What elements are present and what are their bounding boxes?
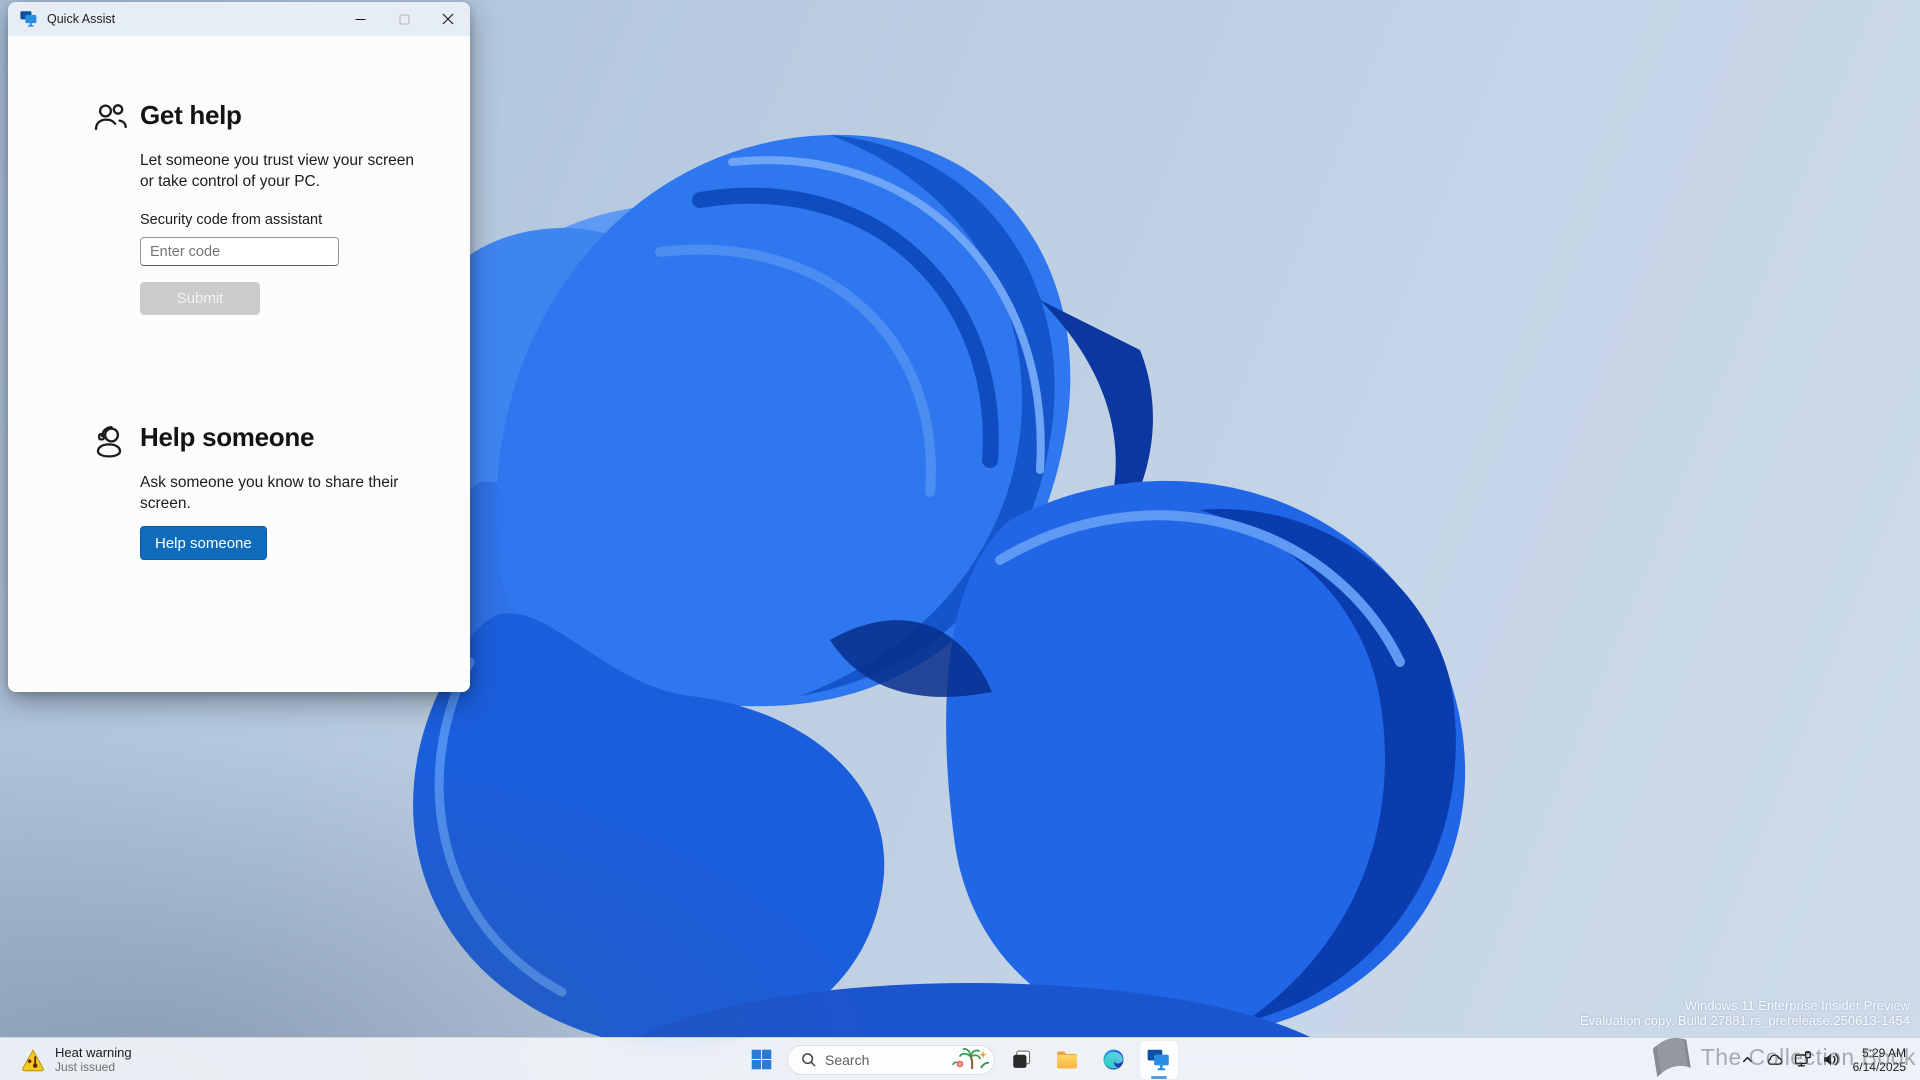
search-highlight-icon [952, 1047, 990, 1073]
task-view-button[interactable] [1001, 1040, 1041, 1080]
taskbar: Heat warning Just issued [0, 1037, 1920, 1080]
security-code-input[interactable] [140, 237, 339, 266]
start-button[interactable] [741, 1040, 781, 1080]
quick-assist-window: Quick Assist Get help [8, 2, 470, 692]
tray-chevron-button[interactable] [1735, 1044, 1760, 1076]
weather-title: Heat warning [55, 1045, 132, 1060]
window-controls [338, 2, 470, 36]
edge-browser-button[interactable] [1093, 1040, 1133, 1080]
weather-subtitle: Just issued [55, 1060, 132, 1074]
network-icon [1794, 1051, 1812, 1068]
watermark-edition-line: Windows 11 Enterprise Insider Preview [1580, 998, 1910, 1013]
maximize-button[interactable] [382, 2, 426, 36]
watermark-build-line: Evaluation copy. Build 27881.rs_prerelea… [1580, 1013, 1910, 1028]
onedrive-cloud-icon [1765, 1052, 1784, 1067]
quick-assist-app-icon [19, 10, 39, 28]
security-code-label: Security code from assistant [140, 212, 322, 228]
submit-button[interactable]: Submit [140, 282, 260, 315]
system-tray: 5:29 AM 6/14/2025 [1735, 1038, 1920, 1080]
title-bar[interactable]: Quick Assist [8, 2, 470, 36]
file-explorer-button[interactable] [1047, 1040, 1087, 1080]
search-input[interactable] [825, 1052, 944, 1068]
weather-text: Heat warning Just issued [55, 1045, 132, 1074]
onedrive-tray-button[interactable] [1760, 1044, 1789, 1076]
desktop: Windows 11 Enterprise Insider Preview Ev… [0, 0, 1920, 1080]
people-icon [92, 100, 128, 136]
volume-icon [1822, 1052, 1840, 1067]
volume-tray-button[interactable] [1817, 1044, 1845, 1076]
window-title: Quick Assist [47, 12, 115, 26]
window-body: Get help Let someone you trust view your… [8, 36, 470, 692]
help-someone-heading: Help someone [140, 422, 314, 453]
support-person-icon [92, 424, 128, 460]
file-explorer-icon [1054, 1047, 1080, 1073]
quick-assist-taskbar-button[interactable] [1139, 1040, 1179, 1080]
windows-logo-icon [749, 1047, 774, 1072]
get-help-heading: Get help [140, 100, 242, 131]
help-someone-description-line1: Ask someone you know to share their [140, 474, 398, 491]
help-someone-button[interactable]: Help someone [140, 526, 267, 560]
get-help-description: Let someone you trust view your screen o… [140, 150, 414, 192]
get-help-description-line2: or take control of your PC. [140, 173, 320, 190]
book-icon [1642, 1031, 1700, 1080]
task-view-icon [1010, 1048, 1033, 1071]
close-button[interactable] [426, 2, 470, 36]
evaluation-watermark: Windows 11 Enterprise Insider Preview Ev… [1580, 998, 1910, 1028]
search-icon [800, 1051, 817, 1068]
heat-warning-icon [20, 1048, 46, 1072]
edge-icon [1101, 1047, 1126, 1072]
clock-time: 5:29 AM [1853, 1046, 1906, 1060]
taskbar-clock[interactable]: 5:29 AM 6/14/2025 [1845, 1046, 1920, 1074]
help-someone-description: Ask someone you know to share their scre… [140, 472, 398, 514]
help-someone-description-line2: screen. [140, 495, 191, 512]
taskbar-search-box[interactable] [787, 1045, 995, 1075]
widgets-weather-button[interactable]: Heat warning Just issued [10, 1038, 142, 1080]
network-tray-button[interactable] [1789, 1044, 1817, 1076]
quick-assist-icon [1146, 1048, 1172, 1072]
taskbar-center [741, 1038, 1179, 1080]
clock-date: 6/14/2025 [1853, 1060, 1906, 1074]
get-help-description-line1: Let someone you trust view your screen [140, 152, 414, 169]
minimize-button[interactable] [338, 2, 382, 36]
chevron-up-icon [1740, 1052, 1755, 1067]
